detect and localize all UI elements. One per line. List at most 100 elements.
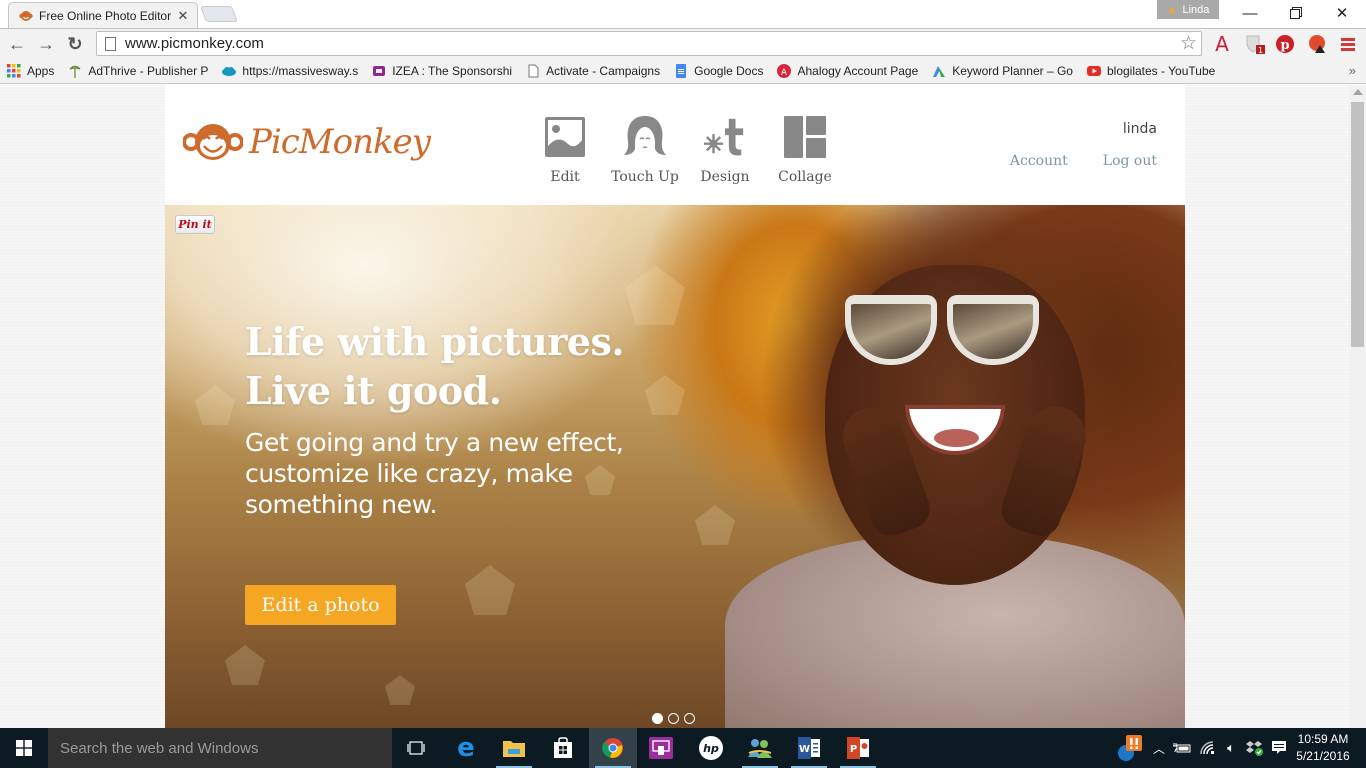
taskbar-search-box[interactable]: Search the web and Windows [48,728,392,768]
bookmark-izea[interactable]: IZEA : The Sponsorshi [372,64,512,78]
tool-touch-up[interactable]: Touch Up [605,115,685,185]
bookmark-activate[interactable]: Activate - Campaigns [526,64,660,78]
page-icon [528,64,539,77]
action-center-button[interactable] [1268,728,1290,768]
forward-button[interactable]: → [34,32,58,56]
tray-notification-app[interactable] [1115,728,1147,768]
tool-label: Design [700,169,750,185]
url-text[interactable]: www.picmonkey.com [125,35,1180,52]
bookmark-google-docs[interactable]: Google Docs [674,63,763,78]
taskbar-presenter[interactable] [637,728,685,768]
tool-label: Edit [550,169,580,185]
close-window-button[interactable]: ✕ [1319,0,1365,26]
bookmarks-overflow-chevron-icon[interactable]: » [1349,63,1356,78]
hero-subline: Get going and try a new effect, customiz… [245,428,624,519]
extension-acrobat-button[interactable]: A [1210,32,1234,56]
bookmark-apps[interactable]: Apps [7,63,55,78]
profile-name: Linda [1182,3,1210,16]
account-link[interactable]: Account [1010,153,1068,169]
extension-pinterest-button[interactable]: p [1273,32,1297,56]
dropbox-icon [1246,741,1263,756]
pin-it-button[interactable]: Pin it [175,215,215,234]
taskbar-word[interactable]: W [785,728,833,768]
acrobat-a-icon: A [1215,32,1229,56]
chrome-menu-button[interactable] [1336,32,1360,56]
dropbox-button[interactable] [1244,728,1266,768]
profile-button[interactable]: ▲ Linda [1157,0,1219,19]
show-hidden-icons-button[interactable]: ︿ [1150,728,1168,768]
browser-toolbar: ← → ↻ www.picmonkey.com ☆ A 1 p [0,28,1366,58]
new-tab-button[interactable] [200,6,238,22]
svg-text:A: A [781,68,788,78]
tool-design[interactable]: Design [685,115,765,185]
tool-label: Touch Up [611,169,679,185]
carousel-dot-3[interactable] [684,713,695,724]
tab-close-icon[interactable]: ✕ [175,8,191,24]
task-view-button[interactable] [392,728,440,768]
reload-button[interactable]: ↻ [63,32,87,56]
minimize-icon: — [1242,4,1258,22]
adthrive-icon [69,65,81,78]
bookmark-keyword-planner[interactable]: Keyword Planner – Go [932,64,1073,78]
collage-grid-icon [784,116,826,158]
scroll-up-arrow-icon[interactable] [1353,89,1363,95]
tool-nav: Edit Touch Up Design Collage [525,115,845,185]
scrollbar-thumb[interactable] [1351,102,1364,347]
bookmark-star-icon[interactable]: ☆ [1180,32,1197,55]
reload-icon: ↻ [67,33,83,54]
extension-badge: 1 [1258,46,1263,55]
bookmark-massivesway[interactable]: https://massivesway.s [222,64,358,78]
image-edit-icon [545,117,585,157]
svg-text:hp: hp [703,742,719,755]
extension-alert-button[interactable] [1306,32,1330,56]
picmonkey-favicon-icon [19,10,33,22]
taskbar-chrome[interactable] [589,728,637,768]
bookmark-ahalogy[interactable]: A Ahalogy Account Page [777,63,919,78]
bookmark-blogilates[interactable]: blogilates - YouTube [1086,64,1215,78]
bookmark-label: Apps [27,63,55,78]
taskbar-hp[interactable]: hp [687,728,735,768]
tool-edit[interactable]: Edit [525,115,605,185]
system-clock[interactable]: 10:59 AM 5/21/2016 [1293,731,1353,765]
hero-banner: Pin it Life with pictures. Live it good.… [165,205,1185,728]
volume-button[interactable]: 🔈︎ [1220,728,1242,768]
taskbar-store[interactable] [539,728,587,768]
page-viewport: PicMonkey Edit Touch Up Design Collage l… [0,85,1349,728]
taskbar-messenger[interactable] [736,728,784,768]
taskbar-edge[interactable]: e [442,728,490,768]
forward-arrow-icon: → [37,33,55,54]
carousel-dot-1[interactable] [652,713,663,724]
back-button[interactable]: ← [5,32,29,56]
adwords-icon [933,65,946,77]
browser-tab-active[interactable]: Free Online Photo Editor | ✕ [8,2,198,28]
extension-shield-button[interactable]: 1 [1243,32,1267,56]
taskbar-powerpoint[interactable]: P [834,728,882,768]
taskbar-file-explorer[interactable] [490,728,538,768]
tool-label: Collage [778,169,832,185]
bookmark-adthrive[interactable]: AdThrive - Publisher P [68,64,208,78]
username-label: linda [1122,121,1157,137]
wifi-icon [1200,741,1214,755]
minimize-button[interactable]: — [1227,0,1273,26]
picmonkey-logo[interactable]: PicMonkey [183,121,431,163]
battery-button[interactable] [1172,728,1192,768]
restore-button[interactable] [1273,0,1319,26]
page-scrollbar[interactable] [1349,85,1366,728]
carousel-dots [652,713,695,724]
address-bar[interactable]: www.picmonkey.com ☆ [96,31,1202,56]
close-icon: ✕ [1335,5,1349,22]
hero-headline: Life with pictures. Live it good. [245,317,625,415]
carousel-dot-2[interactable] [668,713,679,724]
bookmark-label: AdThrive - Publisher P [88,63,209,78]
bookmark-label: Keyword Planner – Go [952,63,1073,78]
search-placeholder: Search the web and Windows [60,739,259,757]
bookmark-label: Ahalogy Account Page [797,63,919,78]
browser-title-bar: Free Online Photo Editor | ✕ ▲ Linda — ✕ [0,0,1366,28]
extension-warning-icon [1309,35,1325,53]
tool-collage[interactable]: Collage [765,115,845,185]
wifi-button[interactable] [1198,728,1218,768]
start-button[interactable] [0,728,48,768]
logout-link[interactable]: Log out [1103,153,1157,169]
edit-a-photo-button[interactable]: Edit a photo [245,585,396,625]
youtube-icon [1086,65,1101,76]
